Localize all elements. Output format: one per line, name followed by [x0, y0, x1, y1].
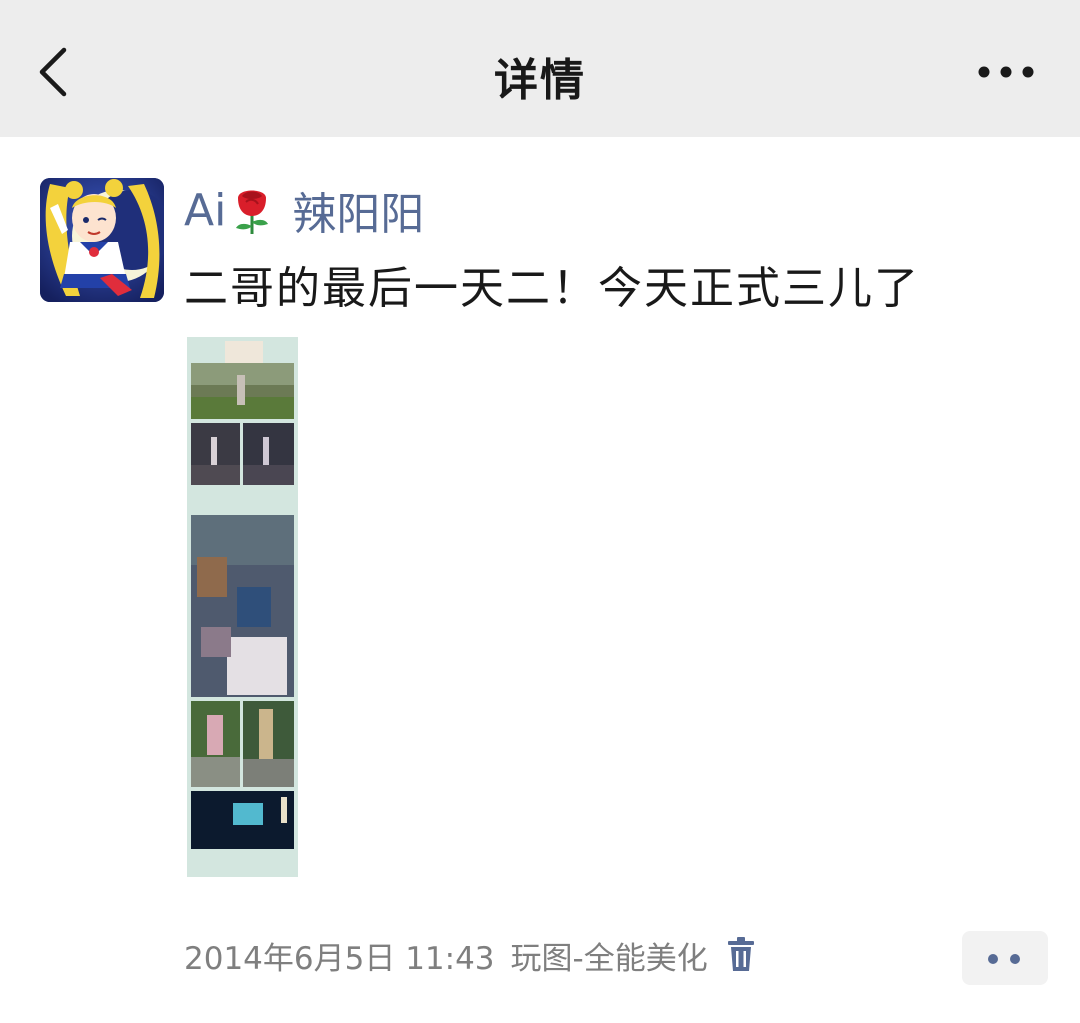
avatar[interactable] [40, 178, 164, 302]
author-name-prefix: Ai [184, 184, 227, 236]
author-name[interactable]: Ai 辣阳阳 [184, 180, 425, 241]
more-horizontal-icon [978, 66, 1034, 78]
timestamp: 2014年6月5日 11:43 [184, 940, 495, 977]
more-options-button[interactable] [968, 52, 1044, 92]
comment-button[interactable] [962, 931, 1048, 985]
post-meta: 2014年6月5日 11:43 玩图-全能美化 [184, 932, 756, 978]
delete-button[interactable] [726, 937, 756, 973]
nav-bar: 详情 [0, 0, 1080, 137]
source-app-link[interactable]: 玩图-全能美化 [511, 933, 708, 978]
page-title: 详情 [494, 55, 586, 106]
post-image[interactable] [187, 337, 298, 877]
trash-icon [727, 937, 754, 971]
rose-icon [230, 184, 274, 236]
author-name-text: 辣阳阳 [292, 189, 425, 240]
post-text: 二哥的最后一天二！今天正式三儿了 [184, 263, 920, 314]
